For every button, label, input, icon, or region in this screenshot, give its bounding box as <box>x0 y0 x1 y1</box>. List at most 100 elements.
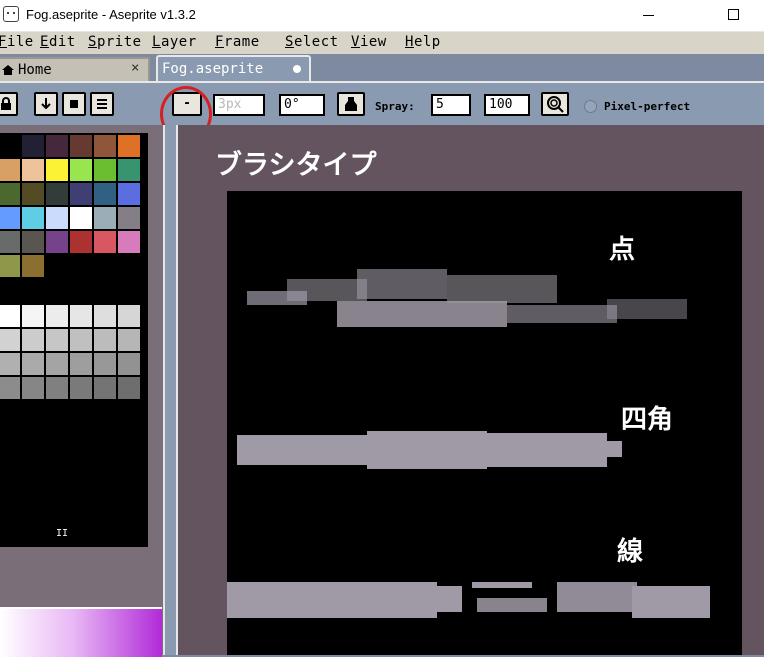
tab-home[interactable]: Home × <box>0 57 150 81</box>
options-button[interactable] <box>90 92 114 116</box>
color-spectrum-picker[interactable] <box>0 607 162 657</box>
palette-slider-marker[interactable]: II <box>56 528 68 539</box>
palette-swatch[interactable] <box>70 183 92 205</box>
palette-swatch[interactable] <box>22 329 44 351</box>
palette-swatch[interactable] <box>0 255 20 277</box>
palette-swatch[interactable] <box>70 329 92 351</box>
minimize-icon <box>643 15 654 16</box>
minimize-button[interactable] <box>626 0 672 31</box>
spray-width-field[interactable]: 5 <box>431 94 471 116</box>
menu-edit[interactable]: Edit <box>40 34 76 50</box>
palette-swatch[interactable] <box>118 353 140 375</box>
palette-swatch[interactable] <box>46 183 68 205</box>
palette-swatch[interactable] <box>94 207 116 229</box>
palette-swatch[interactable] <box>94 231 116 253</box>
menu-sprite[interactable]: Sprite <box>88 34 142 50</box>
palette-swatch[interactable] <box>94 329 116 351</box>
palette-swatch[interactable] <box>0 329 20 351</box>
palette-swatch[interactable] <box>70 135 92 157</box>
close-icon[interactable]: × <box>131 60 139 76</box>
palette-swatch[interactable] <box>46 279 68 301</box>
palette-swatch[interactable] <box>22 159 44 181</box>
ink-type-button[interactable] <box>337 92 365 116</box>
palette-swatch[interactable] <box>0 305 20 327</box>
brush-angle-field[interactable]: 0° <box>279 94 325 116</box>
menu-frame[interactable]: Frame <box>215 34 260 50</box>
palette-swatch[interactable] <box>70 353 92 375</box>
palette-swatch[interactable] <box>0 135 20 157</box>
palette-swatch[interactable] <box>0 159 20 181</box>
palette-swatch[interactable] <box>94 377 116 399</box>
palette-swatch[interactable] <box>22 377 44 399</box>
menu-view[interactable]: View <box>351 34 387 50</box>
palette-swatch[interactable] <box>46 305 68 327</box>
palette-swatch[interactable] <box>22 305 44 327</box>
palette-swatch[interactable] <box>118 207 140 229</box>
palette-swatch[interactable] <box>118 377 140 399</box>
palette-swatch[interactable] <box>70 207 92 229</box>
palette-swatch[interactable] <box>46 159 68 181</box>
palette-swatch[interactable] <box>46 135 68 157</box>
palette-swatch[interactable] <box>118 305 140 327</box>
palette-swatch[interactable] <box>94 159 116 181</box>
palette-swatch[interactable] <box>46 255 68 277</box>
sprite-canvas[interactable]: 点 四角 線 <box>227 191 742 655</box>
palette-swatch[interactable] <box>46 207 68 229</box>
stroke-label-line: 線 <box>617 537 644 567</box>
palette-swatch[interactable] <box>70 279 92 301</box>
palette-swatch[interactable] <box>70 377 92 399</box>
palette-swatch[interactable] <box>70 255 92 277</box>
palette-swatch[interactable] <box>94 255 116 277</box>
palette-swatch[interactable] <box>118 255 140 277</box>
move-down-button[interactable] <box>34 92 58 116</box>
unsaved-dot-icon[interactable] <box>293 65 301 73</box>
dynamics-button[interactable] <box>541 92 569 116</box>
palette-swatch[interactable] <box>46 353 68 375</box>
palette-swatch[interactable] <box>22 255 44 277</box>
palette-swatch[interactable] <box>118 135 140 157</box>
spray-speed-field[interactable]: 100 <box>484 94 530 116</box>
palette-swatch[interactable] <box>94 279 116 301</box>
palette-swatch[interactable] <box>22 183 44 205</box>
palette-swatch[interactable] <box>70 231 92 253</box>
palette-swatch[interactable] <box>22 279 44 301</box>
maximize-button[interactable] <box>718 0 764 31</box>
pixel-perfect-checkbox[interactable] <box>584 100 597 113</box>
brush-size-field[interactable]: 3px <box>213 94 265 116</box>
panel-splitter[interactable] <box>163 125 176 655</box>
palette-swatch[interactable] <box>70 305 92 327</box>
palette-swatch[interactable] <box>94 183 116 205</box>
palette-swatch[interactable] <box>118 231 140 253</box>
square-brush-stroke <box>237 429 622 475</box>
palette-swatch[interactable] <box>0 279 20 301</box>
palette-swatch[interactable] <box>46 231 68 253</box>
palette-swatch[interactable] <box>0 377 20 399</box>
palette-swatch[interactable] <box>0 183 20 205</box>
palette-swatch[interactable] <box>118 183 140 205</box>
palette-swatch[interactable] <box>70 159 92 181</box>
palette-swatch[interactable] <box>0 353 20 375</box>
ink-bottle-icon <box>345 97 357 111</box>
palette-swatch[interactable] <box>0 231 20 253</box>
palette-swatch[interactable] <box>94 353 116 375</box>
tab-fog-aseprite[interactable]: Fog.aseprite <box>156 55 311 81</box>
palette-swatch[interactable] <box>46 329 68 351</box>
menu-help[interactable]: Help <box>405 34 441 50</box>
palette-swatch[interactable] <box>94 305 116 327</box>
palette-panel: II <box>0 125 163 655</box>
menu-file[interactable]: File <box>0 34 34 50</box>
palette-swatch[interactable] <box>118 159 140 181</box>
palette-swatch[interactable] <box>22 135 44 157</box>
menu-layer[interactable]: Layer <box>152 34 197 50</box>
palette-swatch[interactable] <box>22 231 44 253</box>
palette-swatch[interactable] <box>46 377 68 399</box>
palette-swatch[interactable] <box>22 207 44 229</box>
menu-select[interactable]: Select <box>285 34 339 50</box>
palette-swatch[interactable] <box>118 279 140 301</box>
palette-swatch[interactable] <box>118 329 140 351</box>
square-button[interactable] <box>62 92 86 116</box>
palette-swatch[interactable] <box>94 135 116 157</box>
lock-button[interactable] <box>0 92 18 116</box>
palette-swatch[interactable] <box>22 353 44 375</box>
palette-swatch[interactable] <box>0 207 20 229</box>
